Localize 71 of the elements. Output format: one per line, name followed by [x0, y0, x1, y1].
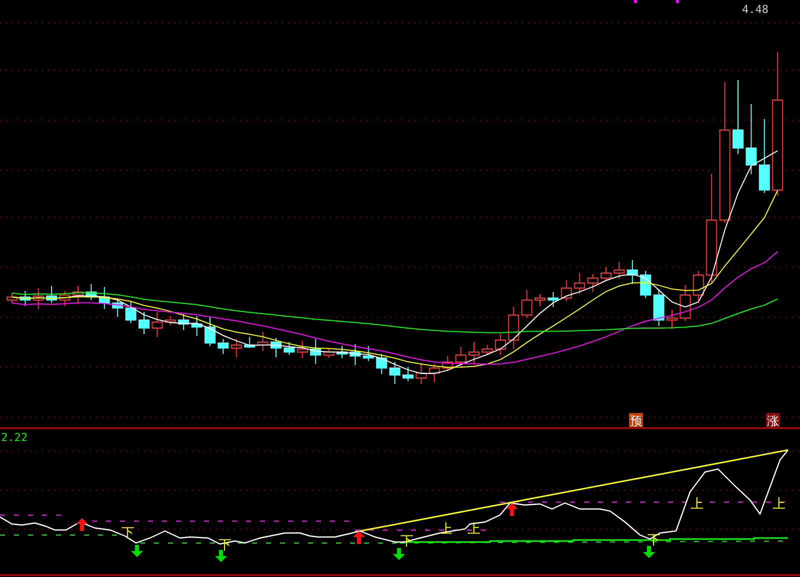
candlestick — [376, 354, 388, 374]
candlestick — [626, 260, 638, 284]
candlestick — [191, 316, 202, 336]
candlestick — [164, 316, 176, 326]
candlestick — [468, 342, 480, 364]
candlestick — [86, 284, 97, 300]
candlestick — [548, 292, 559, 308]
signal-label: 涨 — [767, 414, 779, 428]
signal-marker: 下 — [122, 526, 134, 541]
candlestick — [98, 286, 110, 310]
candlestick — [336, 346, 348, 358]
candlestick — [416, 362, 427, 384]
candlestick — [46, 286, 58, 304]
candlestick — [112, 298, 124, 318]
candlestick — [125, 302, 136, 324]
candlestick — [666, 310, 678, 330]
candlestick — [587, 274, 598, 292]
candlestick — [296, 340, 308, 358]
candlestick — [230, 338, 242, 358]
candlestick — [614, 262, 625, 280]
candlestick — [455, 346, 466, 368]
candlestick — [362, 346, 374, 362]
candlestick — [428, 364, 440, 382]
indicator-value-label: 2.22 — [1, 431, 28, 444]
candlestick — [138, 312, 150, 334]
down-arrow-icon — [643, 546, 655, 558]
candlestick — [574, 272, 586, 294]
signal-marker: 上 — [772, 497, 786, 512]
marker-icon — [634, 0, 637, 3]
candlestick — [442, 356, 454, 372]
candlestick — [152, 312, 163, 338]
candlestick — [508, 306, 520, 350]
candlestick — [746, 104, 757, 174]
marker-icon — [676, 0, 679, 3]
candlestick — [310, 338, 322, 364]
candlestick — [257, 332, 268, 352]
down-arrow-icon — [215, 550, 227, 562]
candlestick — [6, 292, 18, 304]
candlestick — [20, 290, 31, 306]
down-arrow-icon — [131, 545, 143, 557]
candlestick — [72, 286, 84, 304]
signal-label: 预 — [630, 414, 642, 428]
up-arrow-icon — [506, 503, 518, 516]
candlestick — [284, 342, 295, 356]
candlestick — [402, 366, 414, 382]
signal-marker: 上 — [690, 497, 704, 512]
candlestick — [560, 280, 572, 302]
up-arrow-icon — [353, 531, 365, 544]
candlestick — [59, 290, 70, 306]
candlestick — [640, 270, 652, 298]
candlestick — [600, 266, 612, 282]
candlestick — [692, 270, 704, 302]
candlestick — [494, 334, 506, 356]
candlestick — [178, 314, 190, 330]
candlestick — [323, 348, 334, 358]
signal-marker: 上 — [468, 522, 480, 537]
candlestick — [389, 362, 400, 384]
candlestick — [680, 284, 691, 322]
price-high-label: 4.48 — [742, 3, 768, 16]
down-arrow-icon — [393, 548, 405, 560]
candlestick — [521, 290, 532, 318]
candlestick — [653, 288, 664, 326]
candlestick — [534, 294, 546, 306]
candlestick — [218, 338, 229, 354]
up-arrow-icon — [76, 518, 88, 531]
candlestick — [482, 344, 493, 356]
candlestick — [270, 338, 282, 358]
candlestick — [204, 316, 216, 346]
candlestick — [32, 288, 44, 310]
candlestick — [244, 336, 256, 348]
candlestick — [350, 344, 361, 366]
